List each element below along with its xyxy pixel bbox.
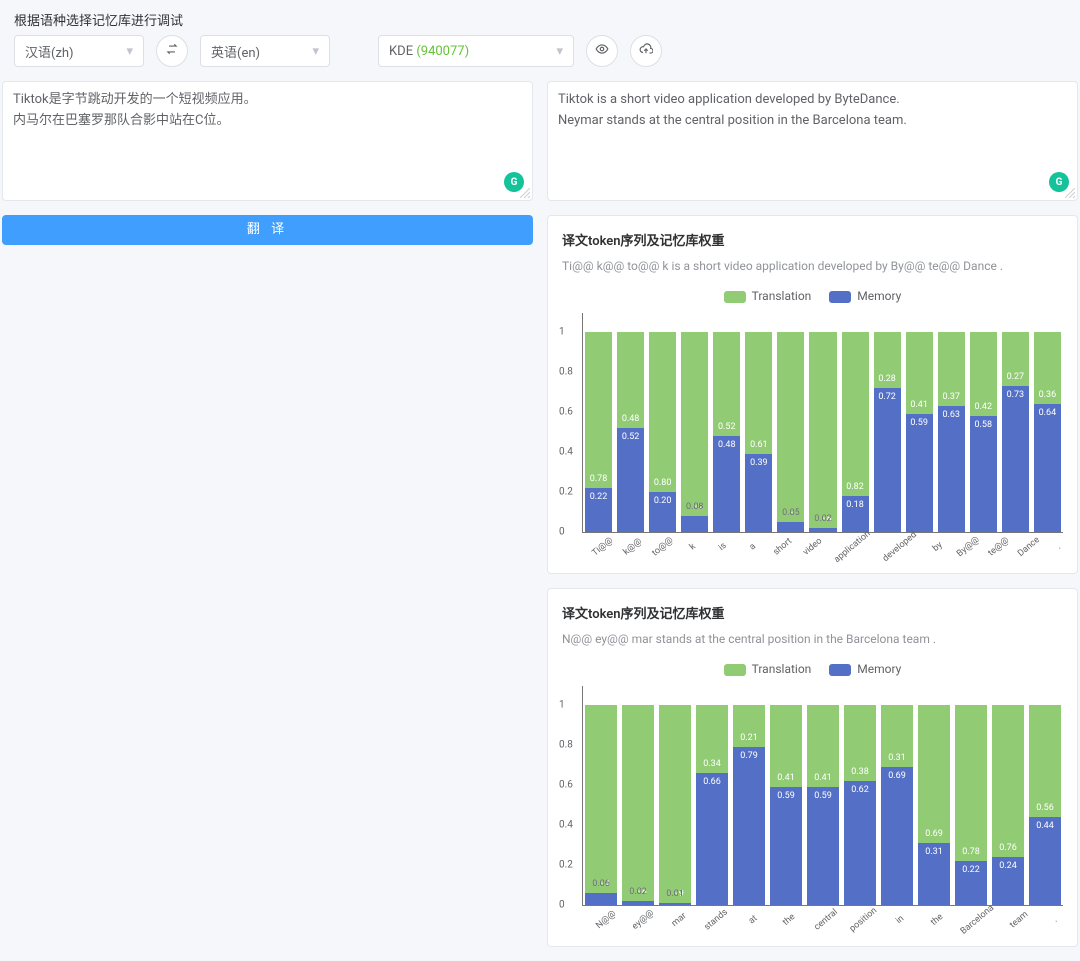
output-line: Tiktok is a short video application deve… — [558, 90, 1067, 111]
right-column: Tiktok is a short video application deve… — [547, 81, 1078, 947]
stacked-bar-chart: 00.20.40.60.810.940.060.980.020.990.010.… — [582, 686, 1063, 906]
bar-te@@: 0.420.58 — [970, 332, 997, 532]
xlabel: te@@ — [981, 529, 1012, 559]
bar-position: 0.380.62 — [844, 705, 876, 905]
bar-Ti@@: 0.780.22 — [585, 332, 612, 532]
swap-languages-button[interactable] — [156, 35, 188, 67]
xlabel: . — [1041, 529, 1072, 559]
chart-legend: Translation Memory — [562, 656, 1063, 686]
resize-grip-icon[interactable] — [520, 188, 530, 198]
memory-select-value: KDE (940077) — [389, 44, 469, 59]
xlabel: video — [794, 529, 825, 559]
xlabel: By@@ — [950, 529, 982, 560]
chevron-down-icon: ▾ — [126, 44, 133, 59]
panel-subtitle: Ti@@ k@@ to@@ k is a short video applica… — [548, 255, 1077, 283]
swap-icon — [165, 42, 179, 60]
legend-swatch-memory — [829, 664, 851, 676]
xlabel: a — [735, 529, 766, 559]
source-line: 内马尔在巴塞罗那队合影中站在C位。 — [13, 111, 522, 132]
xlabel: is — [705, 529, 736, 559]
bar-developed: 0.280.72 — [874, 332, 901, 532]
source-language-value: 汉语(zh) — [25, 42, 74, 61]
legend-swatch-memory — [829, 291, 851, 303]
bar-at: 0.210.79 — [733, 705, 765, 905]
xlabel: short — [765, 529, 796, 559]
legend-swatch-translation — [724, 291, 746, 303]
panel-subtitle: N@@ ey@@ mar stands at the central posit… — [548, 628, 1077, 656]
resize-grip-icon[interactable] — [1065, 188, 1075, 198]
chevron-down-icon: ▾ — [556, 44, 563, 59]
stacked-bar-chart: 00.20.40.60.810.780.220.480.520.800.200.… — [582, 313, 1063, 533]
bar-the: 0.690.31 — [918, 705, 950, 905]
translation-output[interactable]: Tiktok is a short video application deve… — [547, 81, 1078, 201]
bar-to@@: 0.800.20 — [649, 332, 676, 532]
page-title: 根据语种选择记忆库进行调试 — [0, 0, 1080, 35]
bar-central: 0.410.59 — [807, 705, 839, 905]
bar-N@@: 0.940.06 — [585, 705, 617, 905]
bar-short: 0.950.05 — [777, 332, 804, 532]
target-language-select[interactable]: 英语(en) ▾ — [200, 35, 330, 67]
output-line: Neymar stands at the central position in… — [558, 111, 1067, 132]
xlabel: Ti@@ — [585, 529, 616, 559]
bar-Dance: 0.270.73 — [1002, 332, 1029, 532]
bar-team: 0.760.24 — [992, 705, 1024, 905]
source-text-input[interactable]: Tiktok是字节跳动开发的一个短视频应用。 内马尔在巴塞罗那队合影中站在C位。… — [2, 81, 533, 201]
bar-application: 0.820.18 — [842, 332, 869, 532]
bar-the: 0.410.59 — [770, 705, 802, 905]
target-language-value: 英语(en) — [211, 42, 260, 61]
upload-button[interactable] — [630, 35, 662, 67]
bar-by: 0.410.59 — [906, 332, 933, 532]
bar-is: 0.520.48 — [713, 332, 740, 532]
token-weights-panel-2: 译文token序列及记忆库权重 N@@ ey@@ mar stands at t… — [547, 588, 1078, 947]
source-language-select[interactable]: 汉语(zh) ▾ — [14, 35, 144, 67]
bar-k: 0.920.08 — [681, 332, 708, 532]
xlabel: k@@ — [615, 529, 646, 559]
xlabel: to@@ — [645, 529, 676, 559]
bar-.: 0.560.44 — [1029, 705, 1061, 905]
bar-video: 0.980.02 — [809, 332, 836, 532]
chart-legend: Translation Memory — [562, 283, 1063, 313]
left-column: Tiktok是字节跳动开发的一个短视频应用。 内马尔在巴塞罗那队合影中站在C位。… — [2, 81, 533, 245]
bar-ey@@: 0.980.02 — [622, 705, 654, 905]
chevron-down-icon: ▾ — [312, 44, 319, 59]
source-line: Tiktok是字节跳动开发的一个短视频应用。 — [13, 90, 522, 111]
bar-stands: 0.340.66 — [696, 705, 728, 905]
xlabel: by — [920, 529, 951, 559]
memory-select[interactable]: KDE (940077) ▾ — [378, 35, 574, 67]
eye-icon — [595, 42, 609, 60]
bar-mar: 0.990.01 — [659, 705, 691, 905]
xlabel: k — [675, 529, 706, 559]
controls-row: 汉语(zh) ▾ 英语(en) ▾ KDE (940077) ▾ — [0, 35, 1080, 81]
bar-By@@: 0.370.63 — [938, 332, 965, 532]
translate-button[interactable]: 翻 译 — [2, 215, 533, 245]
cloud-upload-icon — [639, 42, 653, 60]
bar-in: 0.310.69 — [881, 705, 913, 905]
bar-a: 0.610.39 — [745, 332, 772, 532]
bar-k@@: 0.480.52 — [617, 332, 644, 532]
bar-Barcelona: 0.780.22 — [955, 705, 987, 905]
token-weights-panel-1: 译文token序列及记忆库权重 Ti@@ k@@ to@@ k is a sho… — [547, 215, 1078, 574]
xlabel: Dance — [1011, 529, 1042, 559]
bar-.: 0.360.64 — [1034, 332, 1061, 532]
preview-button[interactable] — [586, 35, 618, 67]
legend-swatch-translation — [724, 664, 746, 676]
panel-title: 译文token序列及记忆库权重 — [548, 216, 1077, 255]
panel-title: 译文token序列及记忆库权重 — [548, 589, 1077, 628]
